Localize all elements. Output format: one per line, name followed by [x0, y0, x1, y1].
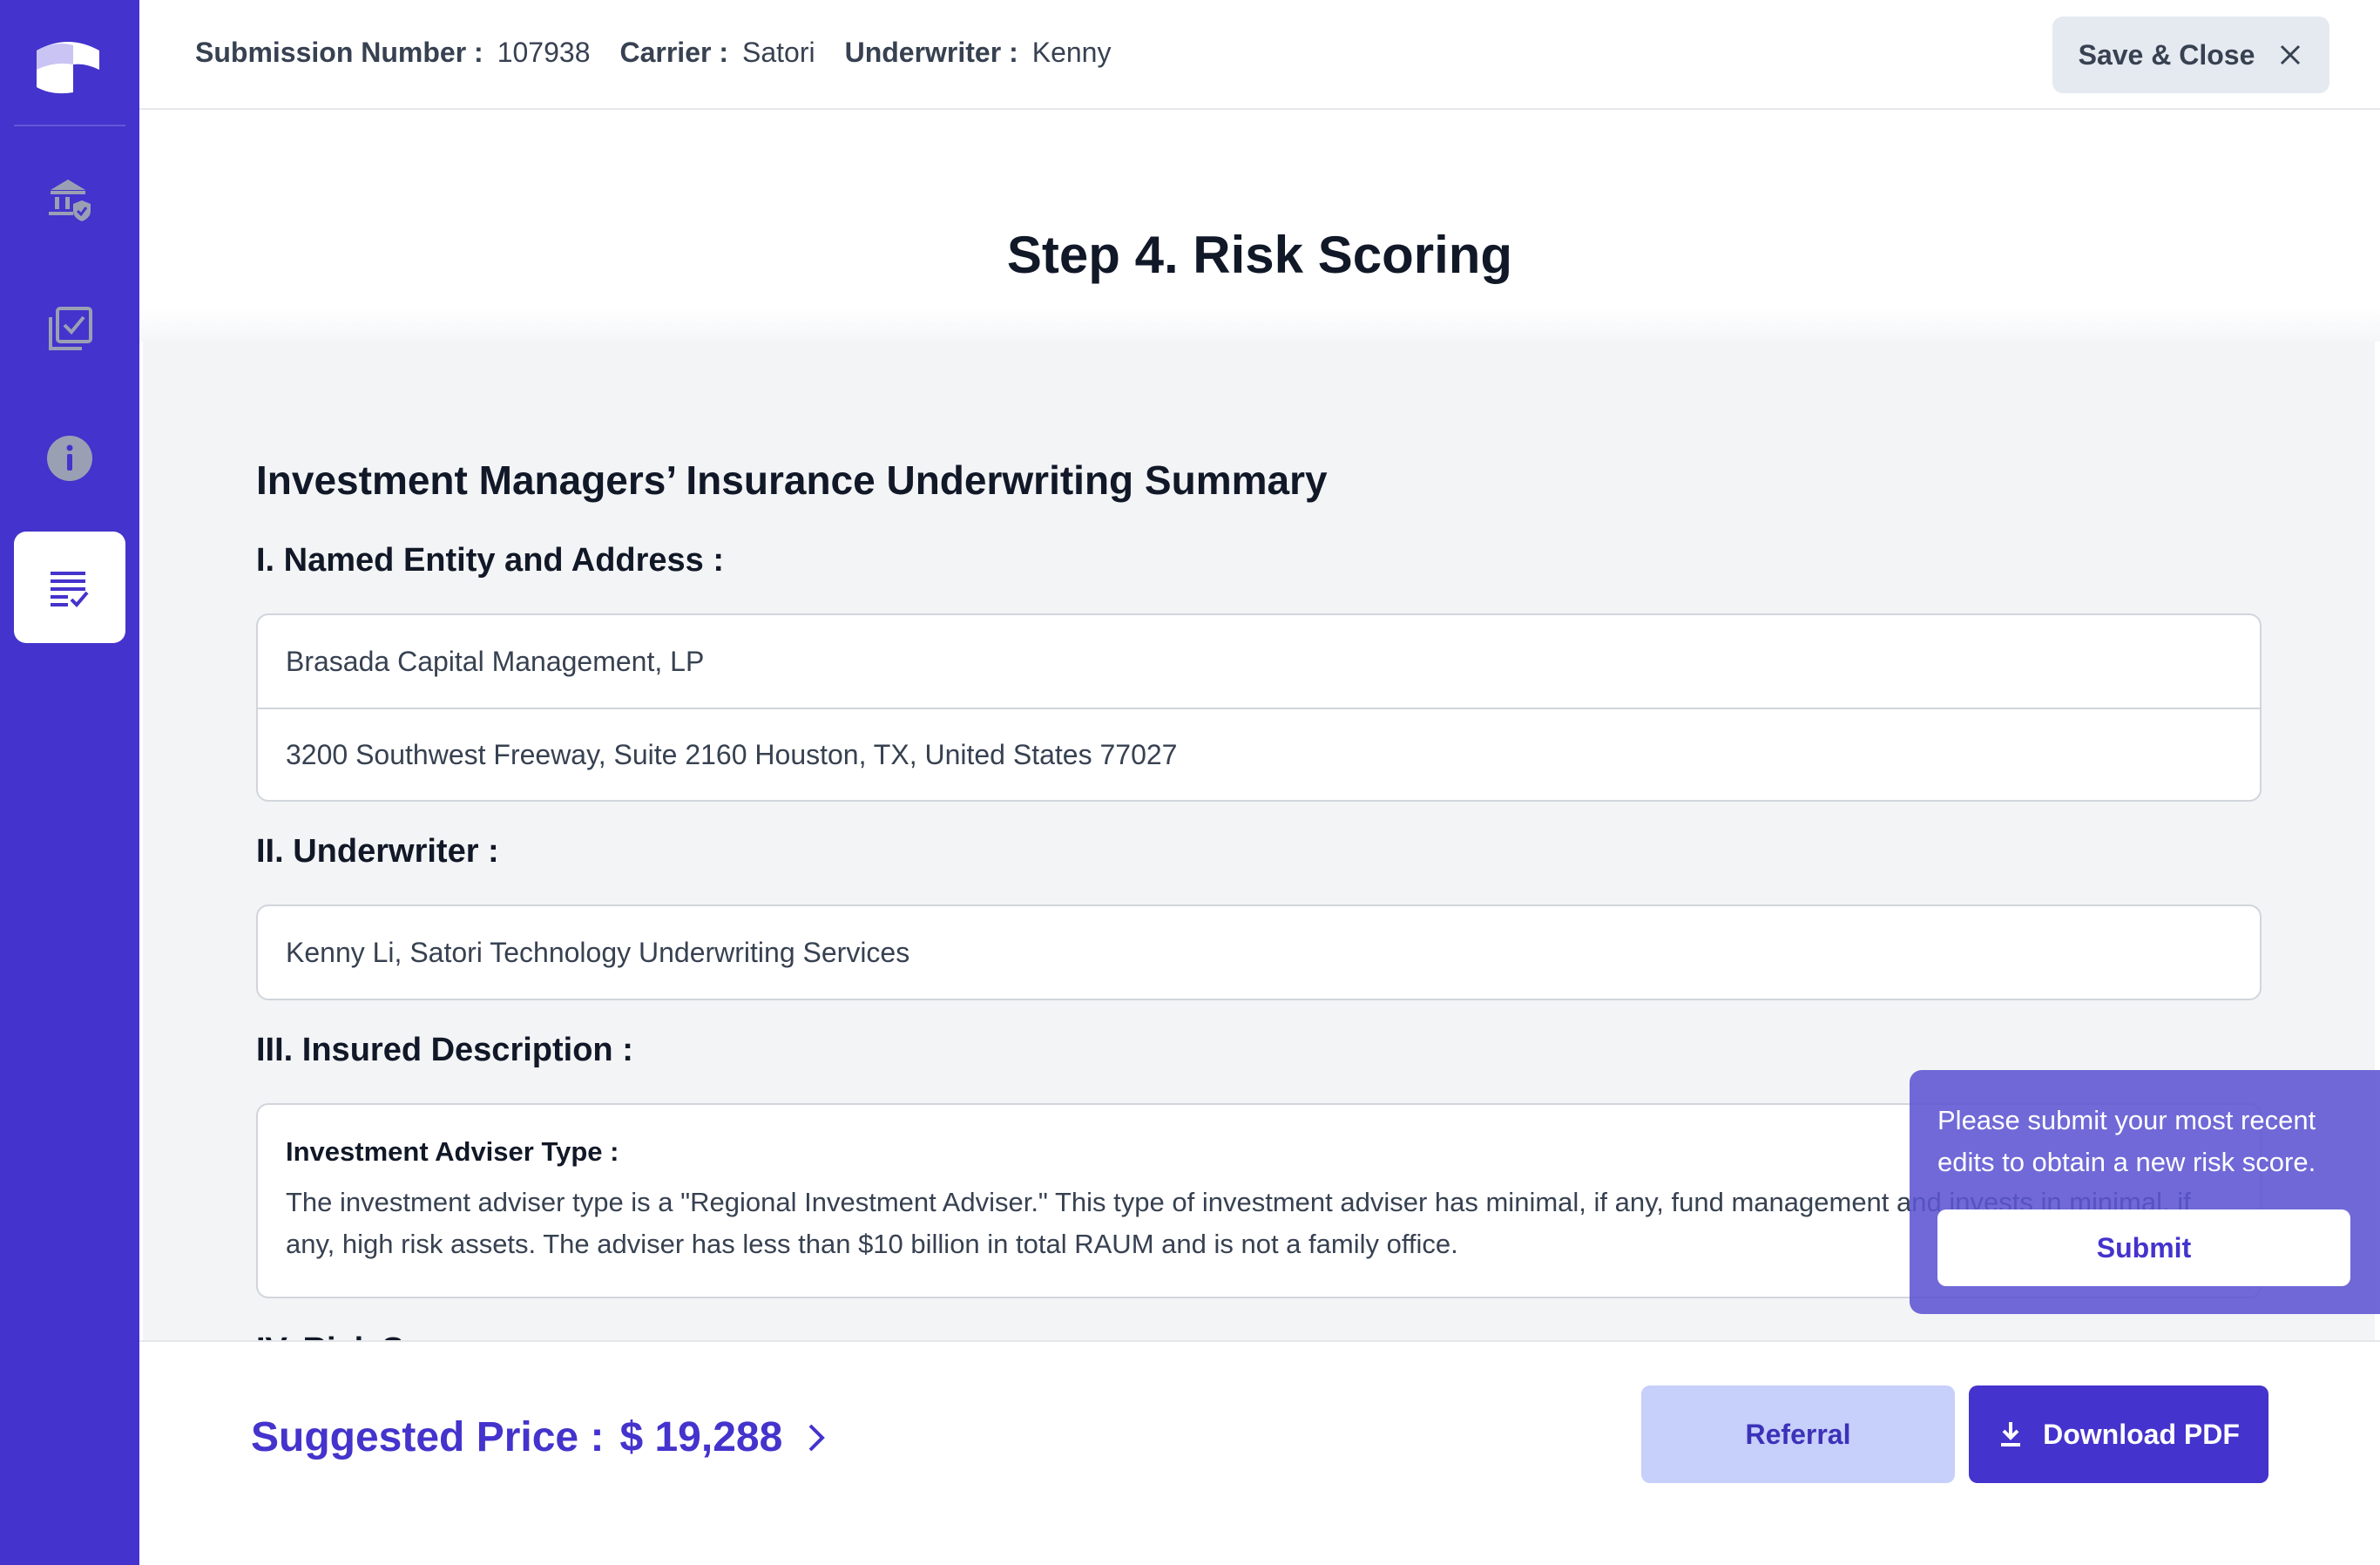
- sidebar-divider: [14, 125, 125, 126]
- underwriter-field[interactable]: Kenny Li, Satori Technology Underwriting…: [258, 906, 2260, 999]
- submission-number-value: 107938: [497, 37, 591, 68]
- checklist-box-icon: [49, 307, 92, 350]
- underwriter-value: Kenny: [1031, 37, 1112, 68]
- page-title: Step 4. Risk Scoring: [1006, 226, 1513, 284]
- underwriter-box: Kenny Li, Satori Technology Underwriting…: [256, 904, 2262, 1000]
- sidebar-item-summary[interactable]: [14, 532, 125, 643]
- toast-message: Please submit your most recent edits to …: [1937, 1105, 2316, 1177]
- top-header: Submission Number : 107938 Carrier : Sat…: [139, 0, 2380, 110]
- sidebar-item-checklist[interactable]: [14, 274, 125, 385]
- summary-list-icon: [51, 572, 89, 607]
- sidebar: [0, 0, 139, 1565]
- entity-address-field[interactable]: 3200 Southwest Freeway, Suite 2160 Houst…: [258, 708, 2260, 800]
- price-label: Suggested Price :: [251, 1414, 605, 1460]
- named-entity-box: Brasada Capital Management, LP 3200 Sout…: [256, 613, 2262, 802]
- close-icon: [2281, 44, 2301, 65]
- info-icon: [47, 436, 92, 481]
- entity-name-field[interactable]: Brasada Capital Management, LP: [258, 615, 2260, 708]
- suggested-price[interactable]: Suggested Price : $ 19,288: [251, 1413, 829, 1461]
- submission-meta: Submission Number : 107938 Carrier : Sat…: [195, 37, 1140, 69]
- submission-number-label: Submission Number :: [195, 37, 483, 68]
- referral-button[interactable]: Referral: [1641, 1385, 1955, 1483]
- section-risk-heading-partial: IV. Risk S: [256, 1331, 404, 1340]
- sidebar-item-info[interactable]: [14, 403, 125, 514]
- download-icon: [2001, 1422, 2021, 1446]
- carrier-value: Satori: [741, 37, 815, 68]
- summary-heading: Investment Managers’ Insurance Underwrit…: [256, 457, 1328, 503]
- price-value: $ 19,288: [619, 1414, 783, 1460]
- submit-button[interactable]: Submit: [1937, 1209, 2350, 1286]
- carrier-label: Carrier :: [619, 37, 728, 68]
- save-close-button[interactable]: Save & Close: [2052, 17, 2329, 93]
- section-underwriter-heading: II. Underwriter :: [256, 833, 499, 870]
- section-named-entity-heading: I. Named Entity and Address :: [256, 542, 725, 579]
- sidebar-item-carriers[interactable]: [14, 145, 125, 256]
- chevron-right-icon: [808, 1424, 826, 1451]
- download-pdf-label: Download PDF: [2043, 1418, 2240, 1450]
- title-band: Step 4. Risk Scoring: [139, 112, 2380, 342]
- section-insured-description-heading: III. Insured Description :: [256, 1032, 633, 1068]
- resubmit-toast: Please submit your most recent edits to …: [1910, 1070, 2380, 1314]
- bank-shield-icon: [49, 180, 91, 221]
- app-logo-icon[interactable]: [33, 38, 103, 99]
- save-close-label: Save & Close: [2078, 38, 2255, 71]
- footer-bar: Suggested Price : $ 19,288 Referral Down…: [139, 1340, 2380, 1565]
- download-pdf-button[interactable]: Download PDF: [1969, 1385, 2268, 1483]
- underwriter-label: Underwriter :: [844, 37, 1018, 68]
